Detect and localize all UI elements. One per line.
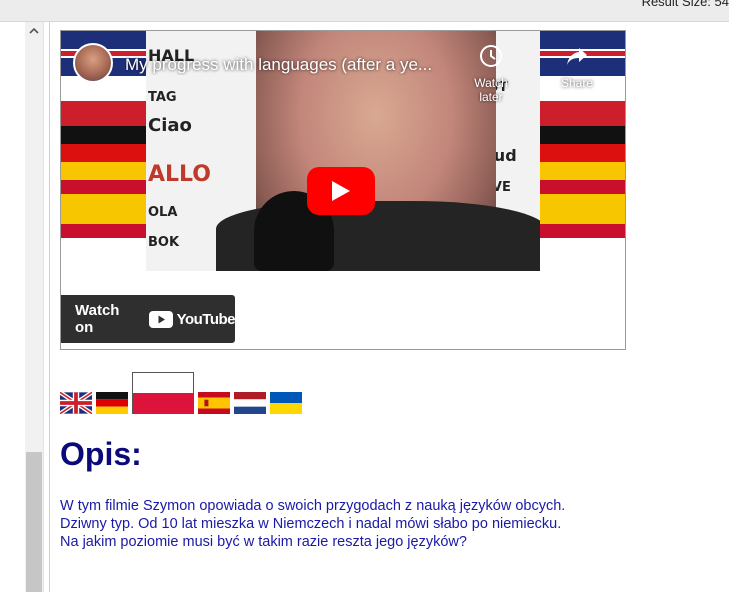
youtube-play-icon xyxy=(148,310,173,328)
channel-avatar[interactable] xyxy=(73,43,113,83)
video-thumbnail[interactable]: HALL TAG Ciao ALLO OLA BOK HEJ SALUT OLA… xyxy=(61,31,625,271)
description-line: Dziwny typ. Od 10 lat mieszka w Niemczec… xyxy=(60,516,562,532)
youtube-embed[interactable]: HALL TAG Ciao ALLO OLA BOK HEJ SALUT OLA… xyxy=(60,30,626,350)
description-heading: Opis: xyxy=(60,436,142,472)
spain-flag-icon xyxy=(198,392,230,414)
play-icon xyxy=(332,181,350,201)
scrollbar-thumb[interactable] xyxy=(26,452,42,592)
share-label: Share xyxy=(560,76,594,90)
netherlands-flag-icon xyxy=(234,392,266,414)
uk-flag-icon xyxy=(60,392,92,414)
language-flag-english[interactable] xyxy=(60,392,92,414)
poland-flag-icon xyxy=(133,373,193,413)
watch-later-label: Watch later xyxy=(474,76,508,104)
scroll-up-arrow-icon[interactable] xyxy=(25,22,43,40)
language-flag-dutch[interactable] xyxy=(234,392,266,414)
vertical-scrollbar[interactable] xyxy=(25,22,44,592)
play-button[interactable] xyxy=(307,167,375,215)
youtube-logo: YouTube xyxy=(148,310,236,328)
svg-text:Ciao: Ciao xyxy=(148,115,192,136)
language-flag-polish[interactable] xyxy=(132,372,194,414)
description-line: Na jakim poziomie musi być w takim razie… xyxy=(60,534,467,550)
language-flag-ukrainian[interactable] xyxy=(270,392,302,414)
language-selector xyxy=(60,370,306,414)
video-title[interactable]: My progress with languages (after a ye..… xyxy=(125,55,445,75)
clock-icon xyxy=(461,43,521,72)
result-size-label: Result Size: 54 xyxy=(641,0,729,9)
svg-text:TAG: TAG xyxy=(148,90,177,105)
language-flag-spanish[interactable] xyxy=(198,392,230,414)
description-line: W tym filmie Szymon opowiada o swoich pr… xyxy=(60,498,566,514)
svg-text:BOK: BOK xyxy=(148,235,180,250)
watch-on-youtube-button[interactable]: Watch on YouTube xyxy=(61,295,236,343)
ukraine-flag-icon xyxy=(270,392,302,414)
language-flag-german[interactable] xyxy=(96,392,128,414)
watch-on-label: Watch on xyxy=(75,302,120,336)
svg-text:OLA: OLA xyxy=(148,205,177,220)
top-bar: Result Size: 54 xyxy=(0,0,729,22)
watch-later-button[interactable]: Watch later xyxy=(461,43,521,104)
description-text: W tym filmie Szymon opowiada o swoich pr… xyxy=(60,497,640,551)
panel-divider xyxy=(49,22,50,592)
share-arrow-icon xyxy=(547,43,607,72)
share-button[interactable]: Share xyxy=(547,43,607,90)
svg-text:ALLO: ALLO xyxy=(148,162,211,187)
germany-flag-icon xyxy=(96,392,128,414)
youtube-wordmark: YouTube xyxy=(176,310,236,328)
